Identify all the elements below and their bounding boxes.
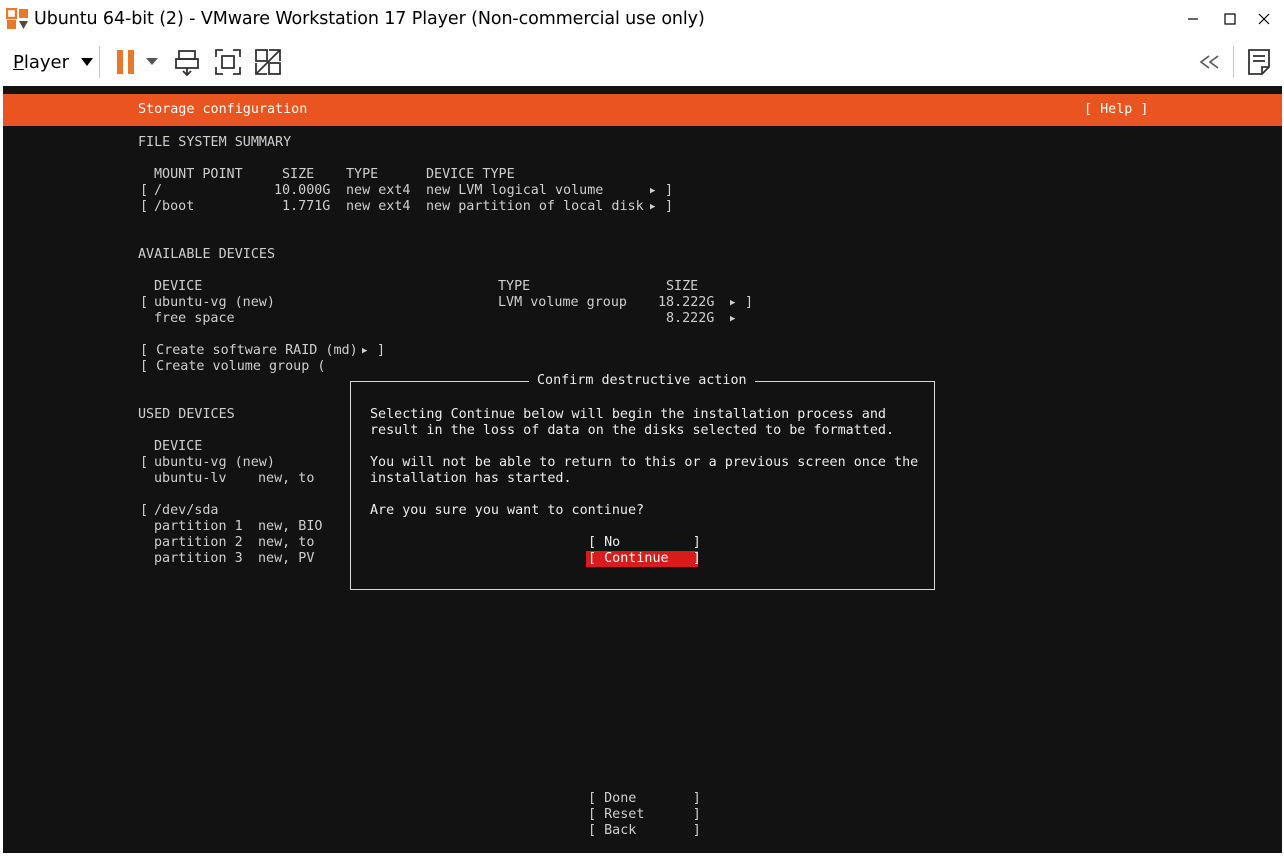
fs-type: new ext4 [346,183,411,198]
done-button[interactable]: [ Done ] [588,791,701,807]
col-device-type: DEVICE TYPE [426,167,515,182]
arrow-right-icon: ▶ [730,298,736,308]
row-bracket-open: [ [140,295,149,310]
row-bracket-close: ] [745,295,754,310]
used-device-name: ubuntu-lv [154,471,227,486]
vmware-toolbar: Player [0,38,1284,86]
arrow-right-icon: ▶ [650,202,656,212]
used-device-info: new, to [258,535,315,550]
dialog-question: Are you sure you want to continue? [370,503,645,518]
reset-button[interactable]: [ Reset ] [588,807,701,823]
col-size: SIZE [282,167,315,182]
device-size: 18.222G [658,295,715,310]
maximize-icon [1224,13,1236,25]
used-device-name: partition 3 [154,551,243,566]
used-device-name: partition 1 [154,519,243,534]
vm-display[interactable]: Storage configuration [ Help ] FILE SYST… [3,86,1282,853]
vmware-logo-icon [6,8,28,29]
dialog-text-line: Selecting Continue below will begin the … [370,407,886,422]
help-button[interactable]: [ Help ] [1084,102,1149,117]
unity-icon [255,49,281,75]
fs-summary-heading: FILE SYSTEM SUMMARY [138,135,292,150]
player-menu-label: Player [13,51,70,73]
row-bracket-open: [ [140,455,149,470]
dropdown-caret-icon [146,58,158,65]
power-options-dropdown[interactable] [143,54,161,70]
player-menu[interactable]: Player [13,50,94,74]
used-device-info: new, BIO [258,519,323,534]
close-icon [1258,13,1270,25]
col-device: DEVICE [154,279,203,294]
window-title: Ubuntu 64-bit (2) - VMware Workstation 1… [34,9,705,29]
used-device-info: new, to [258,471,315,486]
window-titlebar: Ubuntu 64-bit (2) - VMware Workstation 1… [0,0,1284,38]
collapse-icon [1199,55,1219,69]
row-bracket-open: [ [140,503,149,518]
dialog-text-line: installation has started. [370,471,572,486]
create-raid-label: [ Create software RAID (md) [140,343,366,358]
pause-button[interactable] [112,48,140,76]
device-name: ubuntu-vg (new) [154,295,275,310]
row-bracket-close: ] [665,183,674,198]
back-button[interactable]: [ Back ] [588,823,701,839]
minimize-icon [1188,18,1198,20]
arrow-right-icon: ▶ [730,314,736,324]
fullscreen-button[interactable] [213,47,243,77]
unity-mode-button[interactable] [253,47,283,77]
arrow-right-icon: ▶ [650,186,656,196]
send-ctrl-alt-del-icon [175,50,199,76]
installer-header-bar: Storage configuration [ Help ] [3,94,1282,126]
fs-size: 1.771G [282,199,331,214]
fs-mount: /boot [154,199,195,214]
notes-button[interactable] [1244,47,1274,77]
arrow-right-icon: ▶ [362,346,368,356]
fs-device-type: new partition of local disk [426,199,644,214]
close-button[interactable] [1244,0,1284,38]
collapse-toolbar-button[interactable] [1196,50,1224,74]
used-device-name: ubuntu-vg (new) [154,455,275,470]
pause-icon [117,50,134,74]
continue-button[interactable]: [ Continue ] [588,551,701,567]
col-device: DEVICE [154,439,203,454]
row-bracket-close: ] [665,199,674,214]
fs-type: new ext4 [346,199,411,214]
installer-title: Storage configuration [138,102,308,117]
fs-size: 10.000G [274,183,331,198]
chevron-down-icon [81,58,94,66]
fullscreen-icon [215,49,241,75]
col-type: TYPE [346,167,379,182]
available-devices-heading: AVAILABLE DEVICES [138,247,276,262]
toolbar-divider [1233,46,1234,78]
device-name: free space [154,311,235,326]
col-size: SIZE [666,279,699,294]
used-device-name: /dev/sda [154,503,219,518]
send-ctrl-alt-del-button[interactable] [172,47,202,77]
confirm-dialog: Confirm destructive action Selecting Con… [350,373,935,590]
row-bracket-open: [ [140,199,149,214]
device-type: LVM volume group [498,295,627,310]
minimize-button[interactable] [1173,0,1213,38]
used-device-info: new, PV [258,551,315,566]
device-size: 8.222G [666,311,715,326]
col-type: TYPE [498,279,531,294]
row-bracket-open: [ [140,183,149,198]
used-devices-heading: USED DEVICES [138,407,235,422]
fs-device-type: new LVM logical volume [426,183,604,198]
used-device-name: partition 2 [154,535,243,550]
dialog-text-line: result in the loss of data on the disks … [370,423,895,438]
create-volume-group-label: [ Create volume group ( [140,359,326,374]
row-bracket-close: ] [377,343,386,358]
col-mount-point: MOUNT POINT [154,167,243,182]
notes-icon [1248,49,1270,75]
dialog-title: Confirm destructive action [529,373,755,389]
fs-mount: / [154,183,163,198]
no-button[interactable]: [ No ] [588,535,701,551]
toolbar-divider [99,46,100,78]
dialog-text-line: You will not be able to return to this o… [370,455,919,470]
